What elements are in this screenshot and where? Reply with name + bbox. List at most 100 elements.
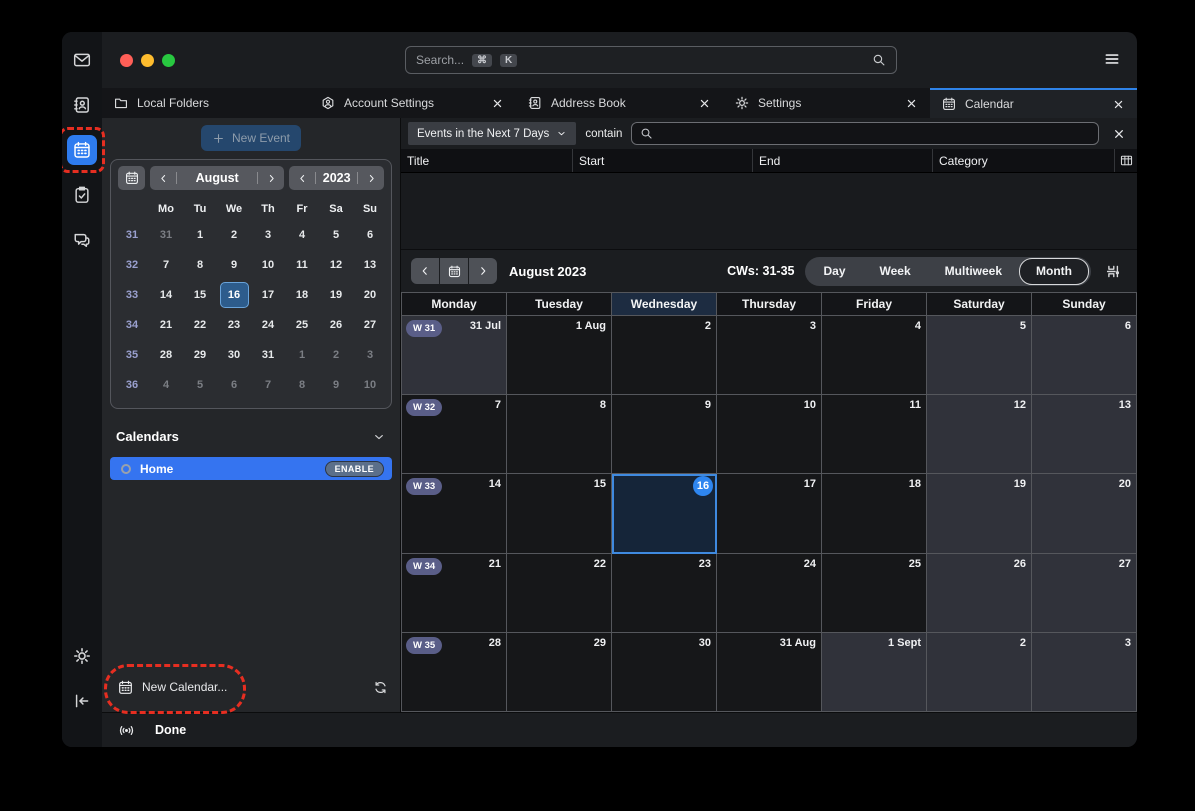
mini-month-day[interactable]: 6 <box>217 370 251 400</box>
mini-month-day[interactable]: 30 <box>217 340 251 370</box>
column-picker-button[interactable] <box>1115 149 1137 172</box>
new-calendar-button[interactable]: New Calendar... <box>118 672 388 702</box>
mini-month-day[interactable]: 25 <box>285 310 319 340</box>
month-day-cell[interactable]: 10 <box>717 395 822 474</box>
enable-badge[interactable]: ENABLE <box>325 461 384 477</box>
month-day-cell[interactable]: 31 Aug <box>717 633 822 712</box>
rail-item-tasks[interactable] <box>67 180 97 210</box>
global-search-input[interactable]: Search... ⌘ K <box>405 46 897 74</box>
rail-item-chat[interactable] <box>67 225 97 255</box>
mini-month-day[interactable]: 28 <box>149 340 183 370</box>
mini-month-day[interactable]: 24 <box>251 310 285 340</box>
mini-month-day[interactable]: 13 <box>353 250 387 280</box>
month-day-cell[interactable]: 29 <box>507 633 612 712</box>
month-day-cell[interactable]: 8 <box>507 395 612 474</box>
view-button-week[interactable]: Week <box>863 259 928 284</box>
mini-month-day[interactable]: 8 <box>183 250 217 280</box>
mini-month-day[interactable]: 29 <box>183 340 217 370</box>
month-day-cell[interactable]: 2 <box>927 633 1032 712</box>
column-header-title[interactable]: Title <box>401 149 573 172</box>
close-window-button[interactable] <box>120 54 133 67</box>
view-button-month[interactable]: Month <box>1019 258 1089 285</box>
month-day-cell[interactable]: W 3314 <box>402 474 507 553</box>
mini-month-day[interactable]: 15 <box>183 280 217 310</box>
mini-month-day[interactable]: 10 <box>353 370 387 400</box>
month-day-cell[interactable]: 5 <box>927 316 1032 395</box>
mini-month-day[interactable]: 27 <box>353 310 387 340</box>
month-day-cell[interactable]: 12 <box>927 395 1032 474</box>
mini-month-day[interactable]: 14 <box>149 280 183 310</box>
mini-month-day[interactable]: 5 <box>319 220 353 250</box>
close-tab-icon[interactable] <box>1112 98 1125 111</box>
mini-month-day[interactable]: 31 <box>149 220 183 250</box>
month-day-cell[interactable]: 17 <box>717 474 822 553</box>
mini-month-day[interactable]: 19 <box>319 280 353 310</box>
tab-address-book[interactable]: Address Book <box>516 88 723 118</box>
month-day-cell[interactable]: 16 <box>612 474 717 553</box>
month-day-cell[interactable]: 20 <box>1032 474 1137 553</box>
mini-month-day[interactable]: 23 <box>217 310 251 340</box>
month-day-cell[interactable]: 18 <box>822 474 927 553</box>
month-day-cell[interactable]: 19 <box>927 474 1032 553</box>
month-day-cell[interactable]: 26 <box>927 554 1032 633</box>
mini-month-day[interactable]: 2 <box>217 220 251 250</box>
mini-month-day[interactable]: 1 <box>183 220 217 250</box>
mini-month-day[interactable]: 17 <box>251 280 285 310</box>
tab-local-folders[interactable]: Local Folders <box>102 88 309 118</box>
month-day-cell[interactable]: W 327 <box>402 395 507 474</box>
month-day-cell[interactable]: W 3528 <box>402 633 507 712</box>
mini-month-day[interactable]: 31 <box>251 340 285 370</box>
column-header-category[interactable]: Category <box>933 149 1115 172</box>
mini-month-day[interactable]: 2 <box>319 340 353 370</box>
chevron-down-icon[interactable] <box>372 430 386 444</box>
event-range-dropdown[interactable]: Events in the Next 7 Days <box>408 122 576 145</box>
month-day-cell[interactable]: 1 Aug <box>507 316 612 395</box>
month-day-cell[interactable]: 2 <box>612 316 717 395</box>
month-day-cell[interactable]: 22 <box>507 554 612 633</box>
month-day-cell[interactable]: 25 <box>822 554 927 633</box>
new-event-button[interactable]: New Event <box>201 125 301 151</box>
next-period-button[interactable] <box>469 258 497 284</box>
mini-month-day[interactable]: 16 <box>217 280 251 310</box>
mini-month-day[interactable]: 8 <box>285 370 319 400</box>
mini-month-day[interactable]: 26 <box>319 310 353 340</box>
close-tab-icon[interactable] <box>491 97 504 110</box>
month-day-cell[interactable]: W 3131 Jul <box>402 316 507 395</box>
tab-account-settings[interactable]: Account Settings <box>309 88 516 118</box>
rail-item-gear[interactable] <box>67 641 97 671</box>
view-button-day[interactable]: Day <box>807 259 863 284</box>
close-filter-icon[interactable] <box>1108 127 1130 141</box>
mini-month-day[interactable]: 18 <box>285 280 319 310</box>
column-header-start[interactable]: Start <box>573 149 753 172</box>
next-year-icon[interactable] <box>358 166 384 190</box>
previous-month-icon[interactable] <box>150 166 176 190</box>
today-button[interactable] <box>440 258 468 284</box>
event-filter-search-input[interactable] <box>631 122 1099 145</box>
mini-month-today-button[interactable] <box>118 166 145 190</box>
month-day-cell[interactable]: 3 <box>717 316 822 395</box>
rail-item-address-book[interactable] <box>67 90 97 120</box>
month-day-cell[interactable]: 23 <box>612 554 717 633</box>
month-day-cell[interactable]: 27 <box>1032 554 1137 633</box>
view-button-multiweek[interactable]: Multiweek <box>928 259 1019 284</box>
month-day-cell[interactable]: W 3421 <box>402 554 507 633</box>
mini-month-day[interactable]: 22 <box>183 310 217 340</box>
mini-month-day[interactable]: 7 <box>251 370 285 400</box>
maximize-window-button[interactable] <box>162 54 175 67</box>
month-day-cell[interactable]: 13 <box>1032 395 1137 474</box>
rail-item-calendar[interactable] <box>67 135 97 165</box>
rotate-view-icon[interactable] <box>1104 263 1121 280</box>
rail-item-collapse[interactable] <box>67 686 97 716</box>
tab-calendar[interactable]: Calendar <box>930 88 1137 118</box>
month-day-cell[interactable]: 9 <box>612 395 717 474</box>
previous-period-button[interactable] <box>411 258 439 284</box>
month-day-cell[interactable]: 3 <box>1032 633 1137 712</box>
mini-month-day[interactable]: 21 <box>149 310 183 340</box>
mini-month-day[interactable]: 12 <box>319 250 353 280</box>
mini-month-day[interactable]: 9 <box>319 370 353 400</box>
calendar-list-item-home[interactable]: HomeENABLE <box>110 457 392 480</box>
mini-month-day[interactable]: 1 <box>285 340 319 370</box>
previous-year-icon[interactable] <box>289 166 315 190</box>
next-month-icon[interactable] <box>258 166 284 190</box>
month-day-cell[interactable]: 15 <box>507 474 612 553</box>
